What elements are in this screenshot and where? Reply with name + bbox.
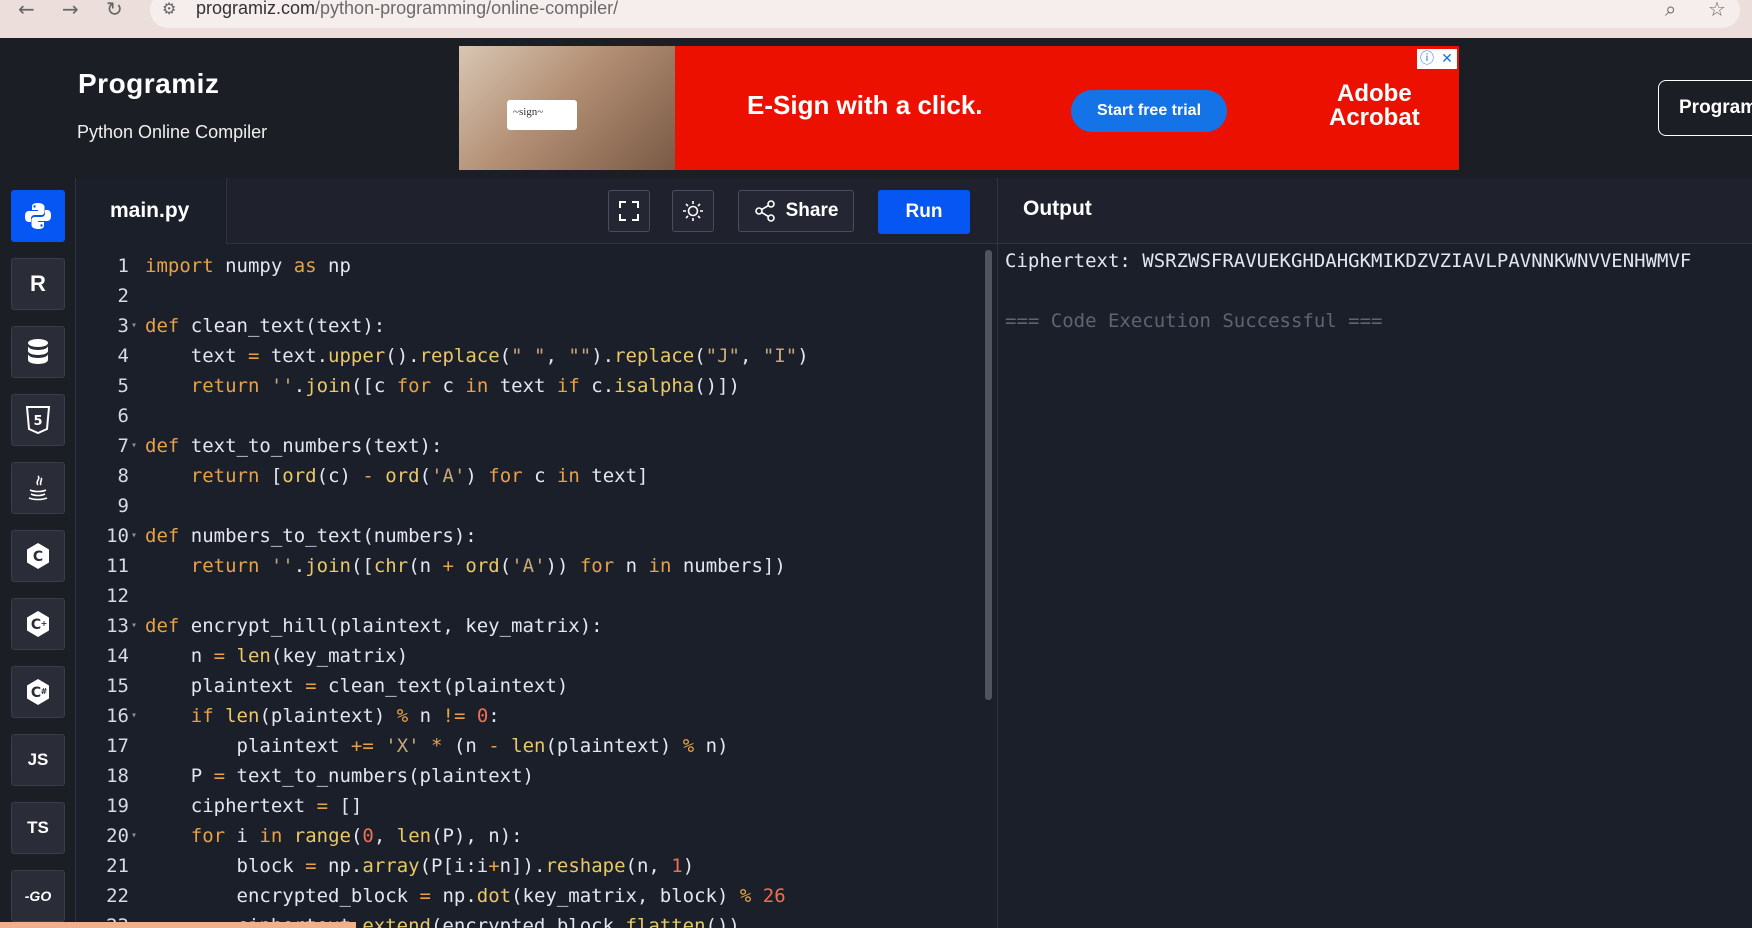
lang-python[interactable] [11, 190, 65, 242]
theme-toggle-button[interactable] [672, 190, 714, 232]
output-header: Output [997, 178, 1752, 244]
code-line[interactable]: 15 plaintext = clean_text(plaintext) [77, 671, 977, 701]
database-icon [28, 339, 48, 364]
code-line[interactable]: 9 [77, 491, 977, 521]
site-info-icon[interactable]: ⚙ [162, 0, 176, 20]
editor-scrollbar[interactable] [985, 250, 992, 700]
arrow-right-icon[interactable]: → [62, 0, 79, 20]
ad-controls: ⓘ ✕ [1417, 48, 1457, 69]
html5-icon: 5 [25, 406, 51, 435]
url-text[interactable]: programiz.com/python-programming/online-… [196, 0, 618, 19]
header-program-button[interactable]: Program [1658, 80, 1752, 136]
ts-icon: TS [27, 818, 49, 837]
star-icon[interactable]: ☆ [1708, 0, 1726, 20]
java-icon [28, 475, 48, 501]
svg-text:#: # [41, 687, 48, 696]
code-line[interactable]: 7 ▾ def text_to_numbers(text): [77, 431, 977, 461]
code-line[interactable]: 6 [77, 401, 977, 431]
lang-js[interactable]: JS [11, 734, 65, 786]
ad-cta-button[interactable]: Start free trial [1071, 90, 1227, 132]
lang-r[interactable]: R [11, 258, 65, 310]
code-line[interactable]: 12 [77, 581, 977, 611]
share-button[interactable]: Share [738, 190, 854, 232]
js-icon: JS [27, 750, 49, 769]
code-editor[interactable]: 1 import numpy as np 2 3 ▾ def clean_text(t… [77, 244, 997, 928]
svg-text:5: 5 [33, 414, 42, 429]
lang-sql[interactable] [11, 326, 65, 378]
fullscreen-button[interactable] [608, 190, 650, 232]
arrow-left-icon[interactable]: ← [18, 0, 35, 20]
ad-brand-line1: Adobe [1337, 80, 1412, 107]
svg-text:C: C [33, 549, 43, 565]
info-icon[interactable]: ⓘ [1417, 49, 1437, 69]
code-line[interactable]: 21 block = np.array(P[i:i+n]).reshape(n,… [77, 851, 977, 881]
file-tab-main[interactable]: main.py [77, 178, 227, 244]
ad-brand: Adobe Acrobat [1329, 82, 1420, 130]
code-line[interactable]: 19 ciphertext = [] [77, 791, 977, 821]
fold-arrow-icon: ▾ [130, 440, 138, 451]
output-ciphertext: Ciphertext: WSRZWSFRAVUEKGHDAHGKMIKDZVZI… [1005, 250, 1692, 272]
fold-arrow-icon: ▾ [130, 320, 138, 331]
code-line[interactable]: 8 return [ord(c) - ord('A') for c in tex… [77, 461, 977, 491]
code-line[interactable]: 20 ▾ for i in range(0, len(P), n): [77, 821, 977, 851]
lang-go[interactable]: -GO [11, 870, 65, 922]
site-header: Programiz Python Online Compiler ~sign~ … [0, 38, 1752, 178]
python-icon [25, 203, 51, 229]
code-line[interactable]: 11 return ''.join([chr(n + ord('A')) for… [77, 551, 977, 581]
download-bar [0, 922, 356, 928]
code-line[interactable]: 4 text = text.upper().replace(" ", "").r… [77, 341, 977, 371]
ad-banner[interactable]: ~sign~ E-Sign with a click. Start free t… [459, 46, 1459, 170]
close-icon[interactable]: ✕ [1437, 49, 1457, 69]
code-line[interactable]: 1 import numpy as np [77, 251, 977, 281]
code-line[interactable]: 18 P = text_to_numbers(plaintext) [77, 761, 977, 791]
fold-arrow-icon: ▾ [130, 620, 138, 631]
svg-text:+: + [41, 619, 48, 628]
sun-icon [683, 201, 703, 221]
share-label: Share [785, 200, 839, 221]
code-line[interactable]: 2 [77, 281, 977, 311]
code-line[interactable]: 22 encrypted_block = np.dot(key_matrix, … [77, 881, 977, 911]
share-icon [754, 200, 775, 222]
svg-text:C: C [31, 685, 41, 701]
code-line[interactable]: 17 plaintext += 'X' * (n - len(plaintext… [77, 731, 977, 761]
output-panel: Ciphertext: WSRZWSFRAVUEKGHDAHGKMIKDZVZI… [997, 244, 1752, 928]
ad-headline: E-Sign with a click. [747, 90, 983, 120]
output-title: Output [1023, 197, 1092, 220]
code-line[interactable]: 5 return ''.join([c for c in text if c.i… [77, 371, 977, 401]
code-line[interactable]: 14 n = len(key_matrix) [77, 641, 977, 671]
r-icon: R [30, 271, 46, 296]
lang-html[interactable]: 5 [11, 394, 65, 446]
programiz-logo[interactable]: Programiz [78, 68, 219, 100]
go-icon: -GO [24, 888, 52, 904]
ad-photo: ~sign~ [459, 46, 675, 170]
code-line[interactable]: 3 ▾ def clean_text(text): [77, 311, 977, 341]
lang-c[interactable]: C [11, 530, 65, 582]
editor-toolbar: main.py Share Run [77, 178, 997, 244]
code-line[interactable]: 13 ▾ def encrypt_hill(plaintext, key_matri… [77, 611, 977, 641]
c-icon: C [27, 543, 49, 569]
fold-arrow-icon: ▾ [130, 710, 138, 721]
lang-cpp[interactable]: C + [11, 598, 65, 650]
fullscreen-icon [619, 201, 639, 221]
language-sidebar: R 5 C C + C # JS TS -GO [0, 178, 76, 928]
cpp-icon: C + [27, 611, 49, 637]
lang-ts[interactable]: TS [11, 802, 65, 854]
fold-arrow-icon: ▾ [130, 830, 138, 841]
lang-java[interactable] [11, 462, 65, 514]
csharp-icon: C # [27, 679, 49, 705]
lang-csharp[interactable]: C # [11, 666, 65, 718]
svg-text:C: C [31, 617, 41, 633]
run-button[interactable]: Run [878, 190, 970, 234]
code-line[interactable]: 10 ▾ def numbers_to_text(numbers): [77, 521, 977, 551]
reload-icon[interactable]: ↻ [106, 0, 123, 20]
zoom-icon[interactable]: ⌕ [1665, 0, 1676, 20]
ad-brand-line2: Acrobat [1329, 104, 1420, 131]
fold-arrow-icon: ▾ [130, 530, 138, 541]
code-line[interactable]: 16 ▾ if len(plaintext) % n != 0: [77, 701, 977, 731]
output-status: === Code Execution Successful === [1005, 310, 1383, 332]
page-subtitle: Python Online Compiler [77, 122, 268, 142]
ad-signature-card: ~sign~ [507, 100, 577, 130]
browser-toolbar: ← → ↻ ⚙ programiz.com/python-programming… [0, 0, 1752, 38]
